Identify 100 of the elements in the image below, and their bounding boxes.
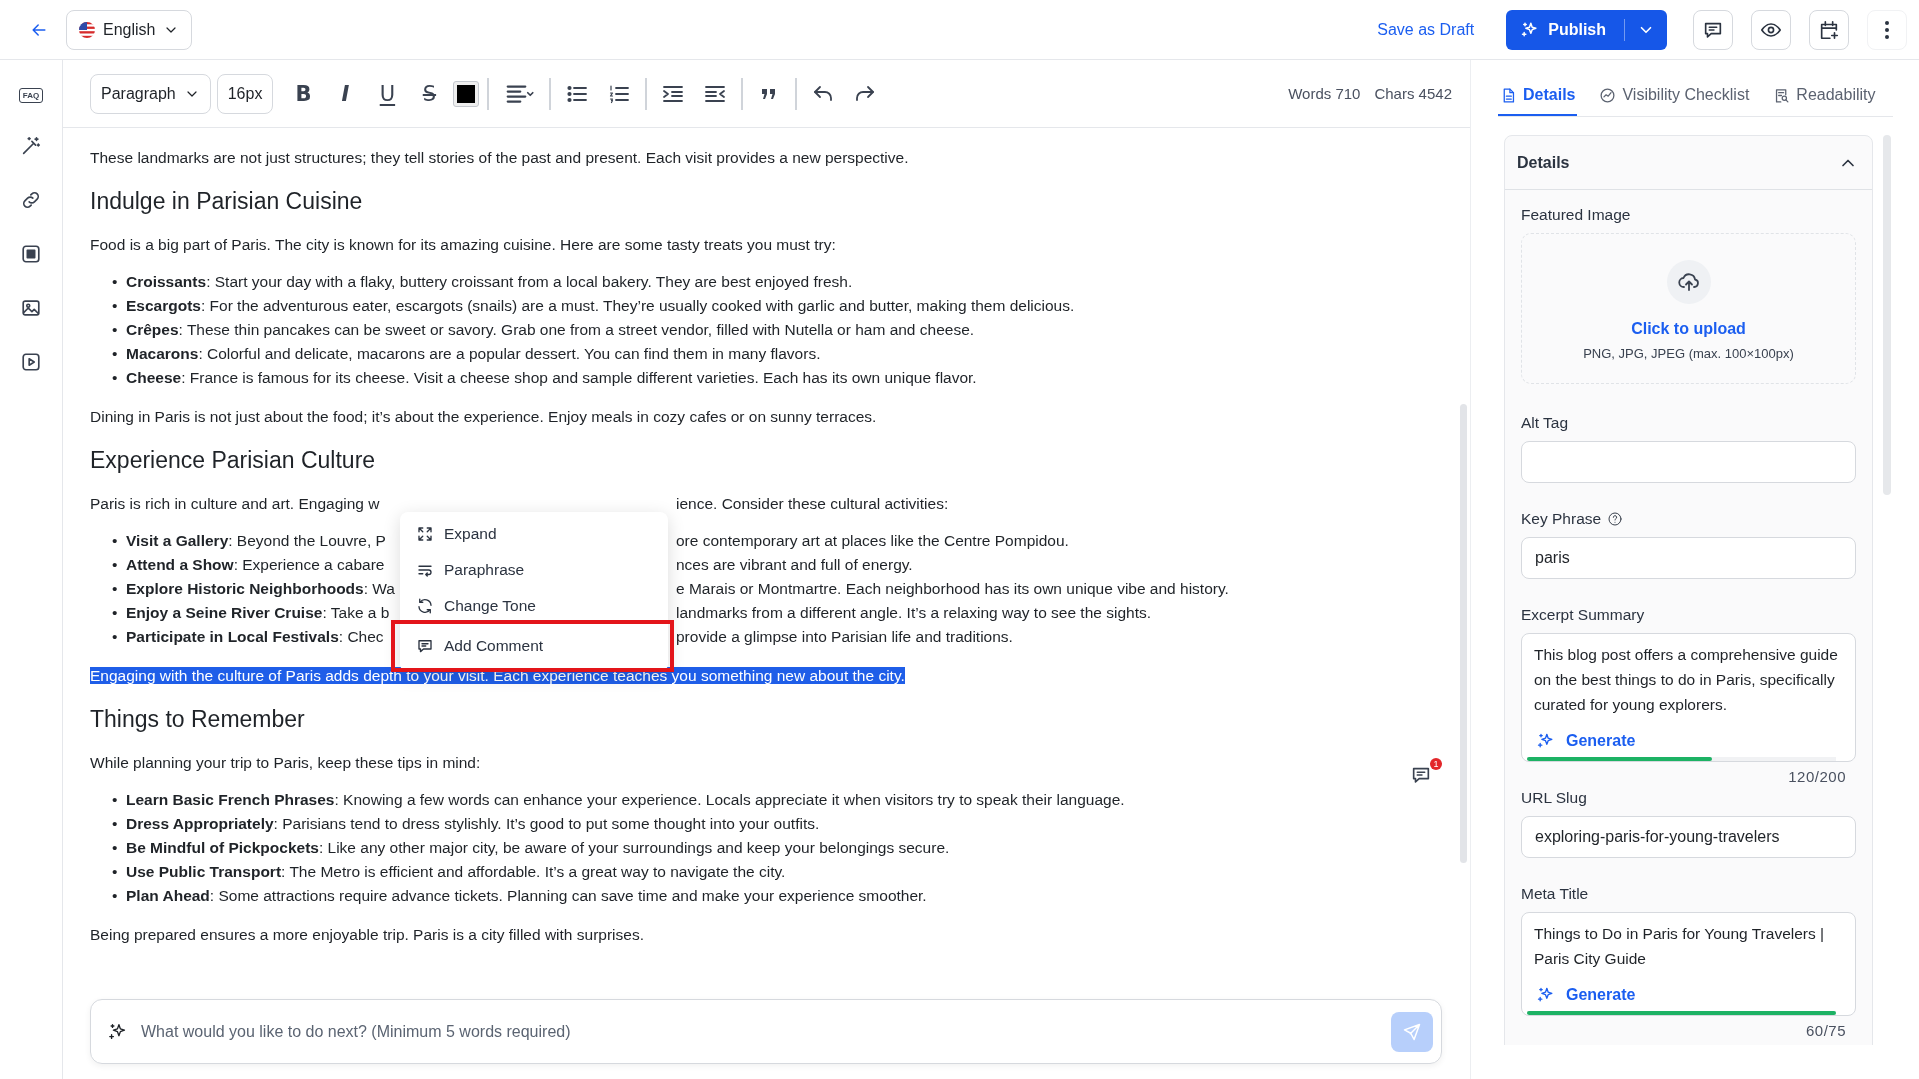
- font-size-field[interactable]: 16px: [216, 73, 274, 114]
- underline-button[interactable]: U: [369, 75, 406, 112]
- list-item: Escargots: For the adventurous eater, escargots (snails) are a must. They’re usually cooked with garlic and butter, making them delicious.: [126, 296, 1075, 316]
- tab[interactable]: Readability: [1771, 76, 1878, 116]
- paragraph-fragment: ience. Consider these cultural activities:: [676, 494, 949, 514]
- bullet: •: [111, 296, 119, 316]
- bullet: •: [111, 886, 119, 906]
- bullet: •: [111, 579, 119, 599]
- text-color-button[interactable]: [453, 80, 480, 107]
- field-label: Meta Title: [1521, 885, 1589, 903]
- more-vertical-icon: [1884, 19, 1890, 40]
- count-badge: 1: [1430, 758, 1442, 770]
- expand-icon: [416, 525, 434, 543]
- image-icon[interactable]: [20, 297, 42, 319]
- preview-button[interactable]: [1751, 9, 1791, 50]
- tab[interactable]: Details: [1498, 76, 1578, 116]
- count-label: Words 710: [1288, 85, 1361, 102]
- text-fragment: Visit a Gallery: Beyond the Louvre, P: [126, 531, 386, 551]
- generate-button[interactable]: Generate: [1534, 727, 1638, 757]
- section-heading: Indulge in Parisian Cuisine: [90, 187, 364, 216]
- language-select[interactable]: English: [66, 9, 193, 50]
- field-label: URL Slug: [1521, 789, 1587, 807]
- bullet: •: [111, 862, 119, 882]
- menu-item[interactable]: Expand: [400, 516, 668, 552]
- count-label: Chars 4542: [1374, 85, 1452, 102]
- generate-button[interactable]: Generate: [1534, 981, 1638, 1011]
- square-icon[interactable]: [20, 243, 42, 265]
- menu-item[interactable]: Add Comment: [395, 624, 670, 668]
- scrollbar-thumb[interactable]: [1460, 404, 1467, 863]
- bullet: •: [111, 344, 119, 364]
- prompt-field[interactable]: What would you like to do next? (Minimum 5 words required): [90, 999, 1442, 1064]
- text-area[interactable]: This blog post offers a comprehensive guide on the best things to do in Paris, specifically curated for young explorers. Generate: [1521, 633, 1856, 762]
- bold-button[interactable]: B: [285, 75, 322, 112]
- input-field[interactable]: [1521, 441, 1856, 483]
- input-field[interactable]: exploring-paris-for-young-travelers: [1521, 816, 1856, 858]
- bullet: •: [111, 603, 119, 623]
- list-item: Plan Ahead: Some attractions require advance tickets. Planning can save time and make your experience smoother.: [126, 886, 927, 906]
- document-search-icon: [1773, 86, 1791, 104]
- save-draft-link[interactable]: Save as Draft: [1377, 20, 1475, 39]
- bullet: •: [111, 790, 119, 810]
- bullet: •: [111, 814, 119, 834]
- comments-button[interactable]: [1693, 9, 1733, 50]
- list-item: Use Public Transport: The Metro is efficient and affordable. It’s a great way to navigate the city.: [126, 862, 786, 882]
- bullet: •: [111, 368, 119, 388]
- schedule-button[interactable]: [1809, 9, 1849, 50]
- upload-area[interactable]: Click to upload PNG, JPG, JPEG (max. 100×100px): [1521, 233, 1856, 384]
- list-item: Be Mindful of Pickpockets: Like any other major city, be aware of your surroundings and keep your belongings secure.: [126, 838, 950, 858]
- text-area[interactable]: Things to Do in Paris for Young Travelers | Paris City Guide Generate: [1521, 912, 1856, 1016]
- bullet: •: [111, 838, 119, 858]
- text-fragment: ore contemporary art at places like the Centre Pompidou.: [676, 531, 1069, 551]
- magic-wand-icon[interactable]: [20, 135, 42, 157]
- comment-icon: [416, 637, 434, 655]
- paragraph-fragment: Paris is rich in culture and art. Engaging w: [90, 494, 380, 514]
- section-heading: Things to Remember: [90, 705, 306, 734]
- faq-icon[interactable]: FAQ: [18, 88, 44, 103]
- field-text: This blog post offers a comprehensive guide on the best things to do in Paris, specifically curated for young explorers.: [1534, 645, 1839, 715]
- menu-item[interactable]: Paraphrase: [400, 552, 668, 588]
- list-item: Croissants: Start your day with a flaky, buttery croissant from a local bakery. They are best enjoyed fresh.: [126, 272, 853, 292]
- paragraph: Being prepared ensures a more enjoyable trip. Paris is a city filled with surprises.: [90, 925, 645, 945]
- text-fragment: Participate in Local Festivals: Chec: [126, 627, 384, 647]
- field-label: Alt Tag: [1521, 414, 1569, 432]
- strikethrough-button[interactable]: S: [411, 75, 448, 112]
- section-header[interactable]: Details: [1505, 136, 1872, 190]
- prompt-input[interactable]: What would you like to do next? (Minimum 5 words required): [139, 1021, 1381, 1042]
- upload-hint: PNG, JPG, JPEG (max. 100×100px): [1583, 346, 1794, 361]
- menu-item[interactable]: Change Tone: [400, 588, 668, 624]
- upload-icon: [1676, 270, 1701, 294]
- more-button[interactable]: [1867, 9, 1907, 50]
- list-item: Cheese: France is famous for its cheese. Visit a cheese shop and sample different varieties. Each has its own unique flavor.: [126, 368, 977, 388]
- publish-button[interactable]: Publish: [1506, 9, 1667, 50]
- refresh-icon: [416, 597, 434, 615]
- chart-icon: [1599, 86, 1617, 104]
- italic-button[interactable]: I: [327, 75, 364, 112]
- block-style-select[interactable]: Paragraph: [90, 73, 211, 114]
- bullet: •: [111, 320, 119, 340]
- play-icon[interactable]: [20, 351, 42, 373]
- text-fragment: Explore Historic Neighborhoods: Wa: [126, 579, 395, 599]
- text-fragment: e Marais or Montmartre. Each neighborhood has its own unique vibe and history.: [676, 579, 1229, 599]
- field-label: Featured Image: [1521, 206, 1631, 224]
- calendar-plus-icon: [1818, 18, 1840, 41]
- send-icon: [1402, 1021, 1422, 1042]
- bullet: •: [111, 627, 119, 647]
- bullet: •: [111, 531, 119, 551]
- upload-link[interactable]: Click to upload: [1631, 320, 1746, 338]
- tab[interactable]: Visibility Checklist: [1597, 76, 1752, 116]
- field-label: Excerpt Summary: [1521, 606, 1645, 624]
- paragraph: These landmarks are not just structures; they tell stories of the past and present. Each visit provides a new perspective.: [90, 148, 910, 168]
- flag-icon: [79, 21, 95, 38]
- section-heading: Experience Parisian Culture: [90, 446, 377, 475]
- scrollbar-thumb[interactable]: [1883, 135, 1891, 495]
- comment-marker[interactable]: 1: [1410, 758, 1442, 788]
- paragraph: Dining in Paris is not just about the food; it’s about the experience. Enjoy meals in cozy cafes or on sunny terraces.: [90, 407, 878, 427]
- bullet: •: [111, 555, 119, 575]
- link-icon[interactable]: [20, 189, 42, 211]
- text-fragment: Attend a Show: Experience a cabare: [126, 555, 385, 575]
- list-item: Dress Appropriately: Parisians tend to dress stylishly. It’s good to put some thought into your outfits.: [126, 814, 820, 834]
- text-fragment: provide a glimpse into Parisian life and traditions.: [676, 627, 1013, 647]
- text-fragment: Enjoy a Seine River Cruise: Take a b: [126, 603, 390, 623]
- character-counter: 120/200: [1788, 768, 1846, 785]
- input-field[interactable]: paris: [1521, 537, 1856, 579]
